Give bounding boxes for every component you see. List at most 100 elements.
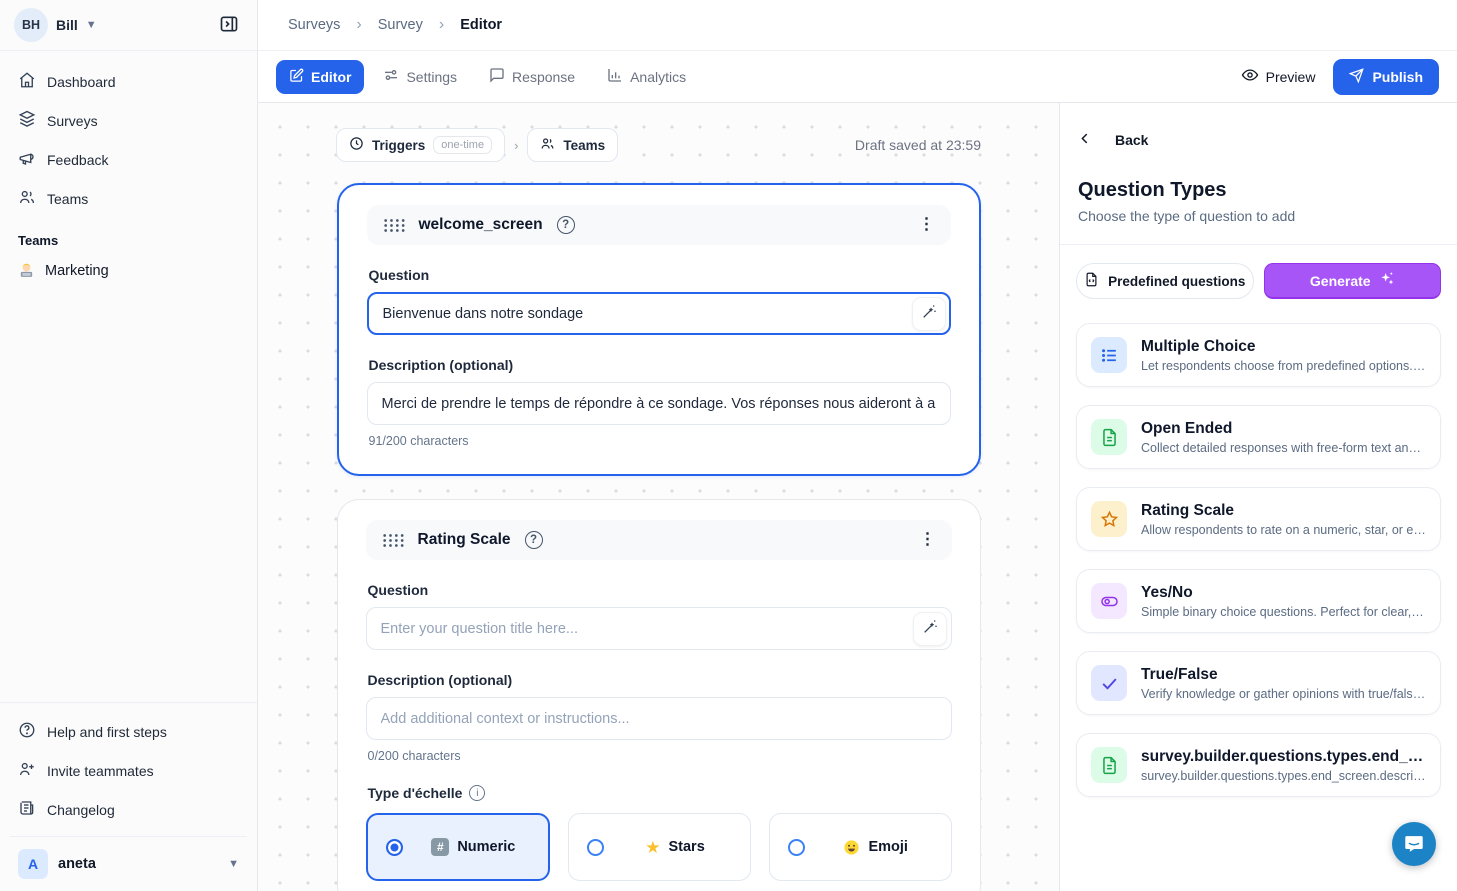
tab-label: Response <box>512 69 575 85</box>
question-title-input[interactable] <box>366 607 952 650</box>
question-description-input[interactable] <box>367 382 951 425</box>
tab-response[interactable]: Response <box>476 59 588 94</box>
sidebar-item-surveys[interactable]: Surveys <box>10 102 247 139</box>
info-icon[interactable]: i <box>469 785 485 801</box>
scale-option-emoji[interactable]: Emoji <box>769 813 952 881</box>
sidebar-item-dashboard[interactable]: Dashboard <box>10 63 247 100</box>
question-card-header[interactable]: welcome_screen ? ⋮ <box>367 205 951 245</box>
teams-chip[interactable]: Teams <box>527 128 618 162</box>
sidebar-item-label: Invite teammates <box>47 763 154 779</box>
teams-section-label: Teams <box>0 219 257 254</box>
question-type-description: Simple binary choice questions. Perfect … <box>1141 605 1426 619</box>
panel-collapse-icon <box>219 14 239 37</box>
draft-status: Draft saved at 23:59 <box>855 137 981 153</box>
list-icon <box>1091 337 1127 373</box>
question-card-header[interactable]: Rating Scale ? ⋮ <box>366 520 952 560</box>
sliders-icon <box>383 67 399 86</box>
more-options-icon[interactable]: ⋮ <box>919 217 935 233</box>
technologist-emoji-icon <box>18 262 35 279</box>
scale-option-label: Stars <box>668 839 704 855</box>
magic-wand-button[interactable] <box>912 297 946 331</box>
question-title-input[interactable] <box>367 292 951 335</box>
sidebar-item-label: Changelog <box>47 802 115 818</box>
question-type-title: Yes/No <box>1141 584 1426 602</box>
home-icon <box>18 71 36 92</box>
account-switcher[interactable]: A aneta ▼ <box>10 836 247 891</box>
publish-button[interactable]: Publish <box>1333 59 1439 95</box>
eye-icon <box>1241 66 1259 87</box>
radio-icon <box>587 839 604 856</box>
generate-button[interactable]: Generate <box>1264 263 1442 299</box>
sidebar-item-feedback[interactable]: Feedback <box>10 141 247 178</box>
back-button[interactable]: Back <box>1076 131 1441 149</box>
chevron-down-icon: ▼ <box>86 19 97 31</box>
scale-option-stars[interactable]: ★ Stars <box>568 813 751 881</box>
question-type-title: True/False <box>1141 666 1426 684</box>
triggers-chip[interactable]: Triggers one-time <box>336 128 505 162</box>
message-icon <box>489 67 505 86</box>
sidebar-item-teams[interactable]: Teams <box>10 180 247 217</box>
question-type-multiple-choice[interactable]: Multiple Choice Let respondents choose f… <box>1076 323 1441 387</box>
tab-label: Settings <box>406 69 457 85</box>
question-type-description: Let respondents choose from predefined o… <box>1141 359 1426 373</box>
question-type-open-ended[interactable]: Open Ended Collect detailed responses wi… <box>1076 405 1441 469</box>
radio-selected-icon <box>386 839 403 856</box>
sidebar-item-changelog[interactable]: Changelog <box>10 791 247 828</box>
trigger-type-badge: one-time <box>433 136 492 154</box>
star-emoji-icon: ★ <box>645 839 660 856</box>
predefined-questions-button[interactable]: Predefined questions <box>1076 263 1254 299</box>
scale-type-options: # Numeric ★ Stars <box>366 813 952 881</box>
question-card-welcome-screen[interactable]: welcome_screen ? ⋮ Question Description … <box>337 183 981 476</box>
tab-editor[interactable]: Editor <box>276 60 364 94</box>
breadcrumb-surveys[interactable]: Surveys <box>288 17 340 33</box>
question-card-rating-scale[interactable]: Rating Scale ? ⋮ Question Description (o… <box>337 499 981 891</box>
back-label: Back <box>1115 132 1148 148</box>
users-icon <box>540 136 555 154</box>
tab-analytics[interactable]: Analytics <box>594 59 699 94</box>
workspace-switcher[interactable]: BH Bill ▼ <box>14 8 97 42</box>
panel-subtitle: Choose the type of question to add <box>1078 208 1441 224</box>
question-description-input[interactable] <box>366 697 952 740</box>
divider <box>1060 244 1457 245</box>
pencil-square-icon <box>289 68 304 86</box>
magic-wand-icon <box>921 304 937 323</box>
question-type-rating-scale[interactable]: Rating Scale Allow respondents to rate o… <box>1076 487 1441 551</box>
collapse-sidebar-button[interactable] <box>215 11 243 39</box>
sidebar-nav: Dashboard Surveys Feedback Teams <box>0 51 257 219</box>
question-type-yes-no[interactable]: Yes/No Simple binary choice questions. P… <box>1076 569 1441 633</box>
help-icon[interactable]: ? <box>525 531 543 549</box>
tab-settings[interactable]: Settings <box>370 59 470 94</box>
drag-handle-icon[interactable] <box>382 533 404 548</box>
chat-launcher-button[interactable] <box>1392 822 1436 866</box>
breadcrumb-survey[interactable]: Survey <box>378 17 423 33</box>
char-counter: 0/200 characters <box>368 749 952 763</box>
chevron-right-icon: › <box>439 16 444 34</box>
sidebar-item-marketing[interactable]: Marketing <box>0 254 257 287</box>
help-icon[interactable]: ? <box>557 216 575 234</box>
file-text-icon <box>1091 419 1127 455</box>
file-code-icon <box>1084 272 1099 290</box>
magic-wand-button[interactable] <box>913 612 947 646</box>
teams-chip-label: Teams <box>563 138 605 153</box>
sidebar-item-label: Feedback <box>47 152 108 168</box>
star-icon <box>1091 501 1127 537</box>
question-type-true-false[interactable]: True/False Verify knowledge or gather op… <box>1076 651 1441 715</box>
number-keycap-icon: # <box>431 838 449 856</box>
tab-label: Editor <box>311 69 351 85</box>
users-icon <box>18 188 36 209</box>
drag-handle-icon[interactable] <box>383 218 405 233</box>
user-plus-icon <box>18 760 36 781</box>
chat-bubble-icon <box>1403 832 1425 857</box>
avatar: BH <box>14 8 48 42</box>
preview-button[interactable]: Preview <box>1241 66 1316 87</box>
more-options-icon[interactable]: ⋮ <box>920 532 936 548</box>
sidebar: BH Bill ▼ Dashboard Surveys Feedback <box>0 0 258 891</box>
team-item-label: Marketing <box>45 263 109 279</box>
sidebar-header: BH Bill ▼ <box>0 0 257 51</box>
magic-wand-icon <box>922 619 938 638</box>
question-type-end-screen[interactable]: survey.builder.questions.types.end_scr..… <box>1076 733 1441 797</box>
check-icon <box>1091 665 1127 701</box>
sidebar-item-invite[interactable]: Invite teammates <box>10 752 247 789</box>
scale-option-numeric[interactable]: # Numeric <box>366 813 551 881</box>
sidebar-item-help[interactable]: Help and first steps <box>10 713 247 750</box>
